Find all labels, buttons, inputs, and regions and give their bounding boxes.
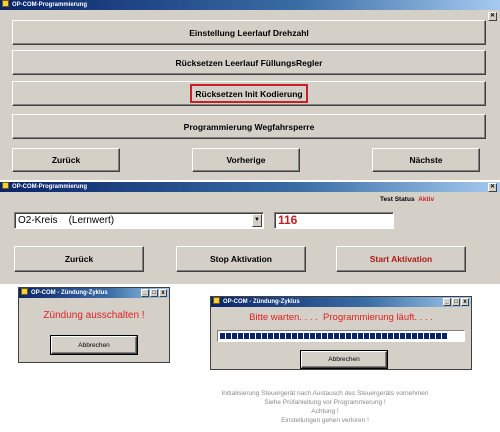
titlebar: OP-COM - Zündung-Zyklus _ □ x	[19, 288, 169, 298]
window-programmierung-menu: OP-COM-Programmierung ✕ Einstellung Leer…	[0, 0, 500, 180]
window-title: OP-COM-Programmierung	[12, 184, 88, 190]
progress-segment	[262, 333, 267, 339]
progress-segment	[352, 333, 357, 339]
dialog-message: Bitte warten. . . . Programmierung läuft…	[249, 312, 433, 323]
progress-segment	[334, 333, 339, 339]
window-programmierung-activation: OP-COM-Programmierung ✕ Test Status Akti…	[0, 182, 500, 284]
zurueck-button[interactable]: Zurück	[14, 246, 144, 272]
progress-segment	[412, 333, 417, 339]
progress-segment	[418, 333, 423, 339]
dialog-programmierung-laeuft: OP-COM - Zündung-Zyklus _ □ x Bitte wart…	[210, 296, 472, 370]
window-title: OP-COM-Programmierung	[12, 2, 88, 8]
window-controls: _ □ x	[141, 289, 167, 297]
channel-select[interactable]: O2-Kreis (Lernwert) ▼	[14, 212, 264, 229]
progress-segment	[244, 333, 249, 339]
channel-select-value: O2-Kreis (Lernwert)	[18, 215, 115, 226]
progress-segment	[424, 333, 429, 339]
focus-highlight: Rücksetzen Init Kodierung	[190, 84, 308, 103]
progress-segment	[310, 333, 315, 339]
titlebar: OP-COM - Zündung-Zyklus _ □ x	[211, 297, 471, 307]
einstellung-leerlauf-drehzahl-button[interactable]: Einstellung Leerlauf Drehzahl	[12, 20, 486, 45]
titlebar: OP-COM-Programmierung	[0, 0, 500, 10]
titlebar: OP-COM-Programmierung	[0, 182, 500, 192]
caption-line-2: Siehe Prüfanleitung vor Programmierung !	[264, 399, 386, 406]
test-status-label: Test Status	[380, 196, 415, 203]
progress-segment	[370, 333, 375, 339]
naechste-button[interactable]: Nächste	[372, 148, 480, 172]
progress-segment	[322, 333, 327, 339]
progress-segment	[328, 333, 333, 339]
progress-segment	[286, 333, 291, 339]
programmierung-wegfahrsperre-button[interactable]: Programmierung Wegfahrsperre	[12, 114, 486, 139]
close-icon[interactable]: x	[159, 289, 167, 297]
ruecksetzen-init-kodierung-label: Rücksetzen Init Kodierung	[195, 88, 303, 99]
progress-segment	[358, 333, 363, 339]
app-icon	[21, 288, 28, 295]
abbrechen-button[interactable]: Abbrechen	[300, 350, 388, 369]
minimize-icon[interactable]: _	[443, 298, 451, 306]
dialog-title: OP-COM - Zündung-Zyklus	[223, 299, 300, 305]
caption-line-4: Einstellungen gehen verloren !	[281, 417, 369, 424]
progress-segment	[274, 333, 279, 339]
window-controls: _ □ x	[443, 298, 469, 306]
progress-segment	[298, 333, 303, 339]
progress-segment	[346, 333, 351, 339]
progress-segment	[406, 333, 411, 339]
dialog-message: Zündung ausschalten !	[43, 310, 145, 321]
progress-segment	[382, 333, 387, 339]
dialog-title: OP-COM - Zündung-Zyklus	[31, 290, 108, 296]
vorherige-button[interactable]: Vorherige	[192, 148, 300, 172]
programming-progress-bar	[217, 330, 465, 342]
progress-segment	[250, 333, 255, 339]
ruecksetzen-init-kodierung-button[interactable]: Rücksetzen Init Kodierung	[12, 81, 486, 106]
progress-segment	[292, 333, 297, 339]
test-status-value: Aktiv	[418, 196, 435, 203]
start-aktivation-button[interactable]: Start Aktivation	[336, 246, 466, 272]
instruction-caption: Initialisierung Steuergerät nach Austaus…	[200, 389, 450, 425]
caption-line-3: Achtung !	[311, 408, 339, 415]
abbrechen-button[interactable]: Abbrechen	[50, 335, 138, 355]
progress-segment	[388, 333, 393, 339]
progress-segment	[316, 333, 321, 339]
maximize-icon[interactable]: □	[452, 298, 460, 306]
progress-segment	[280, 333, 285, 339]
lernwert-value: 116	[274, 212, 394, 229]
progress-segment	[340, 333, 345, 339]
stop-aktivation-button[interactable]: Stop Aktivation	[176, 246, 306, 272]
test-status: Test Status Aktiv	[380, 196, 434, 203]
progress-segment	[304, 333, 309, 339]
app-icon	[2, 182, 9, 189]
close-icon[interactable]: ✕	[488, 183, 497, 192]
progress-segment	[268, 333, 273, 339]
zurueck-button[interactable]: Zurück	[12, 148, 120, 172]
ruecksetzen-leerlauf-fuellungsregler-button[interactable]: Rücksetzen Leerlauf FüllungsRegler	[12, 50, 486, 75]
progress-segment	[256, 333, 261, 339]
caption-line-1: Initialisierung Steuergerät nach Austaus…	[221, 390, 429, 397]
progress-segment	[400, 333, 405, 339]
progress-segment	[220, 333, 225, 339]
progress-segment	[364, 333, 369, 339]
progress-segment	[394, 333, 399, 339]
progress-segment	[238, 333, 243, 339]
progress-segment	[226, 333, 231, 339]
progress-segment	[436, 333, 441, 339]
app-icon	[213, 297, 220, 304]
minimize-icon[interactable]: _	[141, 289, 149, 297]
maximize-icon[interactable]: □	[150, 289, 158, 297]
progress-segment	[430, 333, 435, 339]
chevron-down-icon[interactable]: ▼	[252, 214, 262, 227]
dialog-zuendung-ausschalten: OP-COM - Zündung-Zyklus _ □ x Zündung au…	[18, 287, 170, 363]
close-icon[interactable]: x	[461, 298, 469, 306]
app-icon	[2, 0, 9, 7]
progress-segment	[376, 333, 381, 339]
progress-segment	[232, 333, 237, 339]
progress-segment	[442, 333, 447, 339]
close-icon[interactable]: ✕	[488, 12, 497, 21]
